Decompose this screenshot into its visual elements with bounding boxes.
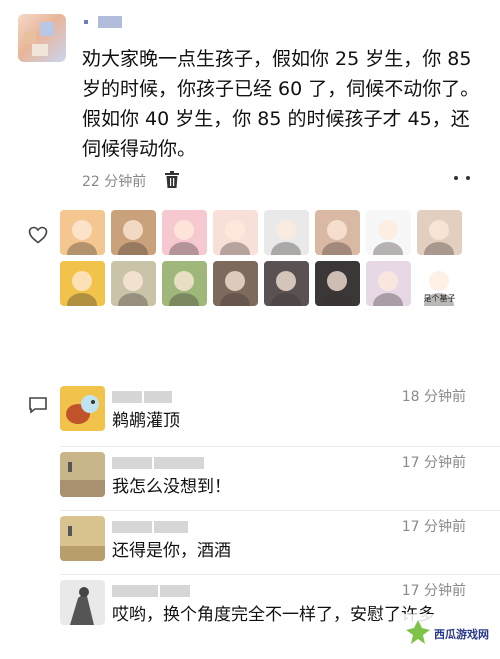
trash-icon[interactable] bbox=[164, 171, 180, 189]
commenter-avatar[interactable] bbox=[60, 386, 105, 431]
commenter-name-blurred[interactable] bbox=[112, 454, 206, 469]
post-text: 劝大家晚一点生孩子，假如你 25 岁生，你 85 岁的时候，你孩子已经 60 了… bbox=[82, 48, 480, 160]
commenter-name-blurred[interactable] bbox=[112, 582, 192, 597]
liker-avatar[interactable] bbox=[264, 261, 309, 306]
site-watermark: 西瓜游戏网 bbox=[400, 614, 496, 652]
heart-icon bbox=[28, 226, 48, 244]
comment-timestamp: 17 分钟前 bbox=[401, 455, 466, 471]
liker-avatar[interactable] bbox=[315, 261, 360, 306]
comment-text: 我怎么没想到！ bbox=[112, 477, 231, 497]
watermark-logo-icon bbox=[406, 620, 430, 644]
liker-avatar[interactable] bbox=[213, 261, 258, 306]
liker-avatar[interactable] bbox=[162, 210, 207, 255]
liker-avatar[interactable] bbox=[213, 210, 258, 255]
comment-timestamp: 17 分钟前 bbox=[401, 519, 466, 535]
comment-timestamp: 17 分钟前 bbox=[401, 583, 466, 599]
commenter-avatar[interactable] bbox=[60, 452, 105, 497]
liker-avatar[interactable] bbox=[60, 261, 105, 306]
liker-avatar[interactable] bbox=[60, 210, 105, 255]
comment-item[interactable]: 18 分钟前 鹈鹕灌顶 bbox=[60, 386, 480, 436]
post-author-name-blurred[interactable] bbox=[84, 16, 124, 30]
commenter-name-blurred[interactable] bbox=[112, 388, 174, 403]
post-timestamp: 22 分钟前 bbox=[82, 174, 147, 190]
divider bbox=[60, 446, 500, 447]
liker-avatar[interactable]: 是个基子 bbox=[417, 261, 462, 306]
post-author-avatar[interactable] bbox=[18, 14, 66, 62]
comment-text: 鹈鹕灌顶 bbox=[112, 411, 180, 431]
divider bbox=[60, 510, 500, 511]
liker-avatar[interactable] bbox=[366, 261, 411, 306]
liker-avatar[interactable] bbox=[162, 261, 207, 306]
divider bbox=[60, 574, 500, 575]
liker-avatar[interactable] bbox=[264, 210, 309, 255]
comment-item[interactable]: 17 分钟前 我怎么没想到！ bbox=[60, 452, 480, 502]
liker-avatar[interactable] bbox=[417, 210, 462, 255]
commenter-name-blurred[interactable] bbox=[112, 518, 190, 533]
comment-timestamp: 18 分钟前 bbox=[401, 389, 466, 405]
comment-item[interactable]: 17 分钟前 还得是你，酒酒 bbox=[60, 516, 480, 566]
liker-avatar[interactable] bbox=[315, 210, 360, 255]
commenter-avatar[interactable] bbox=[60, 580, 105, 625]
watermark-text: 西瓜游戏网 bbox=[434, 628, 489, 641]
liker-avatar-caption: 是个基子 bbox=[423, 294, 456, 303]
comment-icon bbox=[29, 397, 47, 414]
more-icon[interactable] bbox=[452, 173, 474, 183]
liker-avatar[interactable] bbox=[111, 210, 156, 255]
comment-text: 还得是你，酒酒 bbox=[112, 541, 231, 561]
commenter-avatar[interactable] bbox=[60, 516, 105, 561]
liker-avatar[interactable] bbox=[366, 210, 411, 255]
liker-avatar[interactable] bbox=[111, 261, 156, 306]
